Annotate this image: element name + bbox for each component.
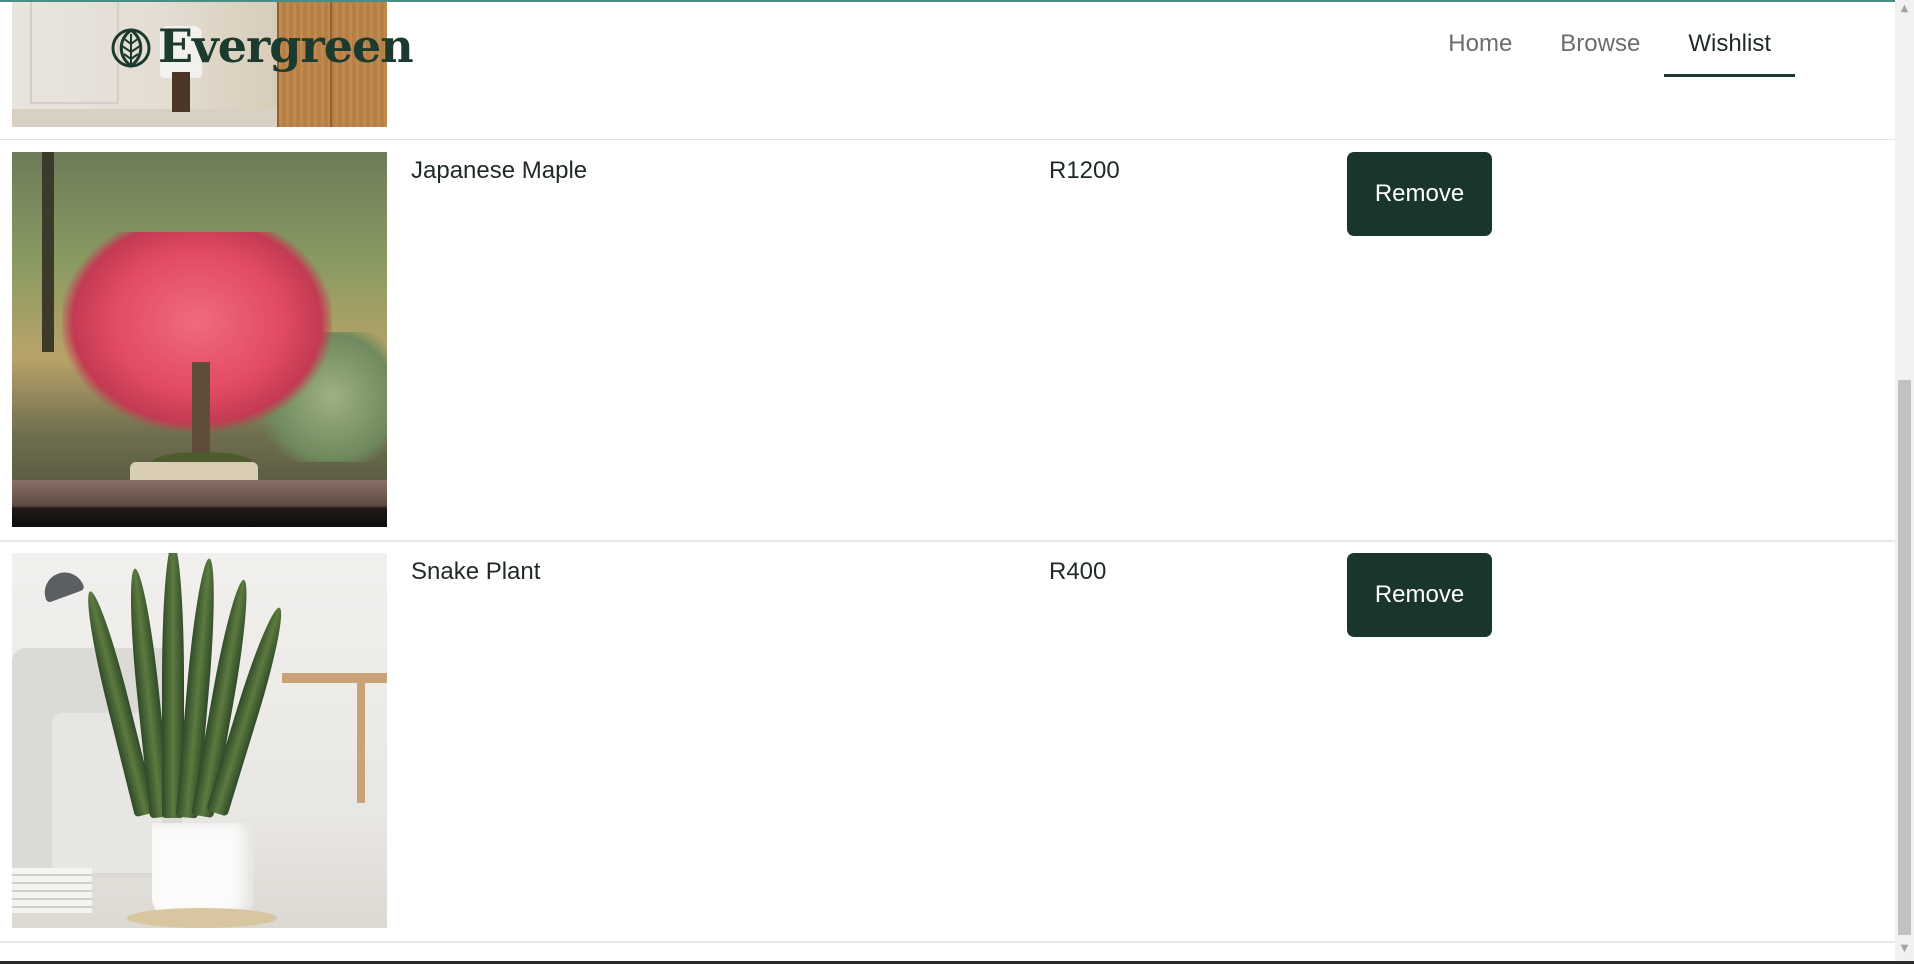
- wishlist-row: Japanese Maple R1200 Remove: [0, 139, 1895, 542]
- remove-button[interactable]: Remove: [1347, 152, 1492, 236]
- wishlist-row: Snake Plant R400 Remove: [0, 540, 1895, 943]
- nav-home[interactable]: Home: [1424, 2, 1536, 77]
- item-price: R400: [1049, 558, 1107, 585]
- main-nav: Home Browse Wishlist: [1424, 2, 1795, 79]
- scroll-up-icon[interactable]: ▲: [1895, 0, 1914, 18]
- brand-logo[interactable]: Evergreen: [110, 19, 414, 73]
- japanese-maple-image: [12, 152, 387, 527]
- vertical-scrollbar[interactable]: ▲ ▼: [1895, 0, 1914, 964]
- site-header: Evergreen Home Browse Wishlist: [0, 2, 1895, 140]
- remove-button[interactable]: Remove: [1347, 553, 1492, 637]
- scroll-down-icon[interactable]: ▼: [1895, 940, 1914, 958]
- brand-name: Evergreen: [158, 19, 414, 73]
- scrollbar-thumb[interactable]: [1898, 380, 1911, 935]
- item-price: R1200: [1049, 157, 1120, 184]
- item-name: Snake Plant: [411, 558, 541, 585]
- nav-wishlist[interactable]: Wishlist: [1664, 2, 1795, 77]
- snake-plant-image: [12, 553, 387, 928]
- leaf-icon: [111, 28, 151, 68]
- nav-browse[interactable]: Browse: [1536, 2, 1664, 77]
- item-name: Japanese Maple: [411, 157, 588, 184]
